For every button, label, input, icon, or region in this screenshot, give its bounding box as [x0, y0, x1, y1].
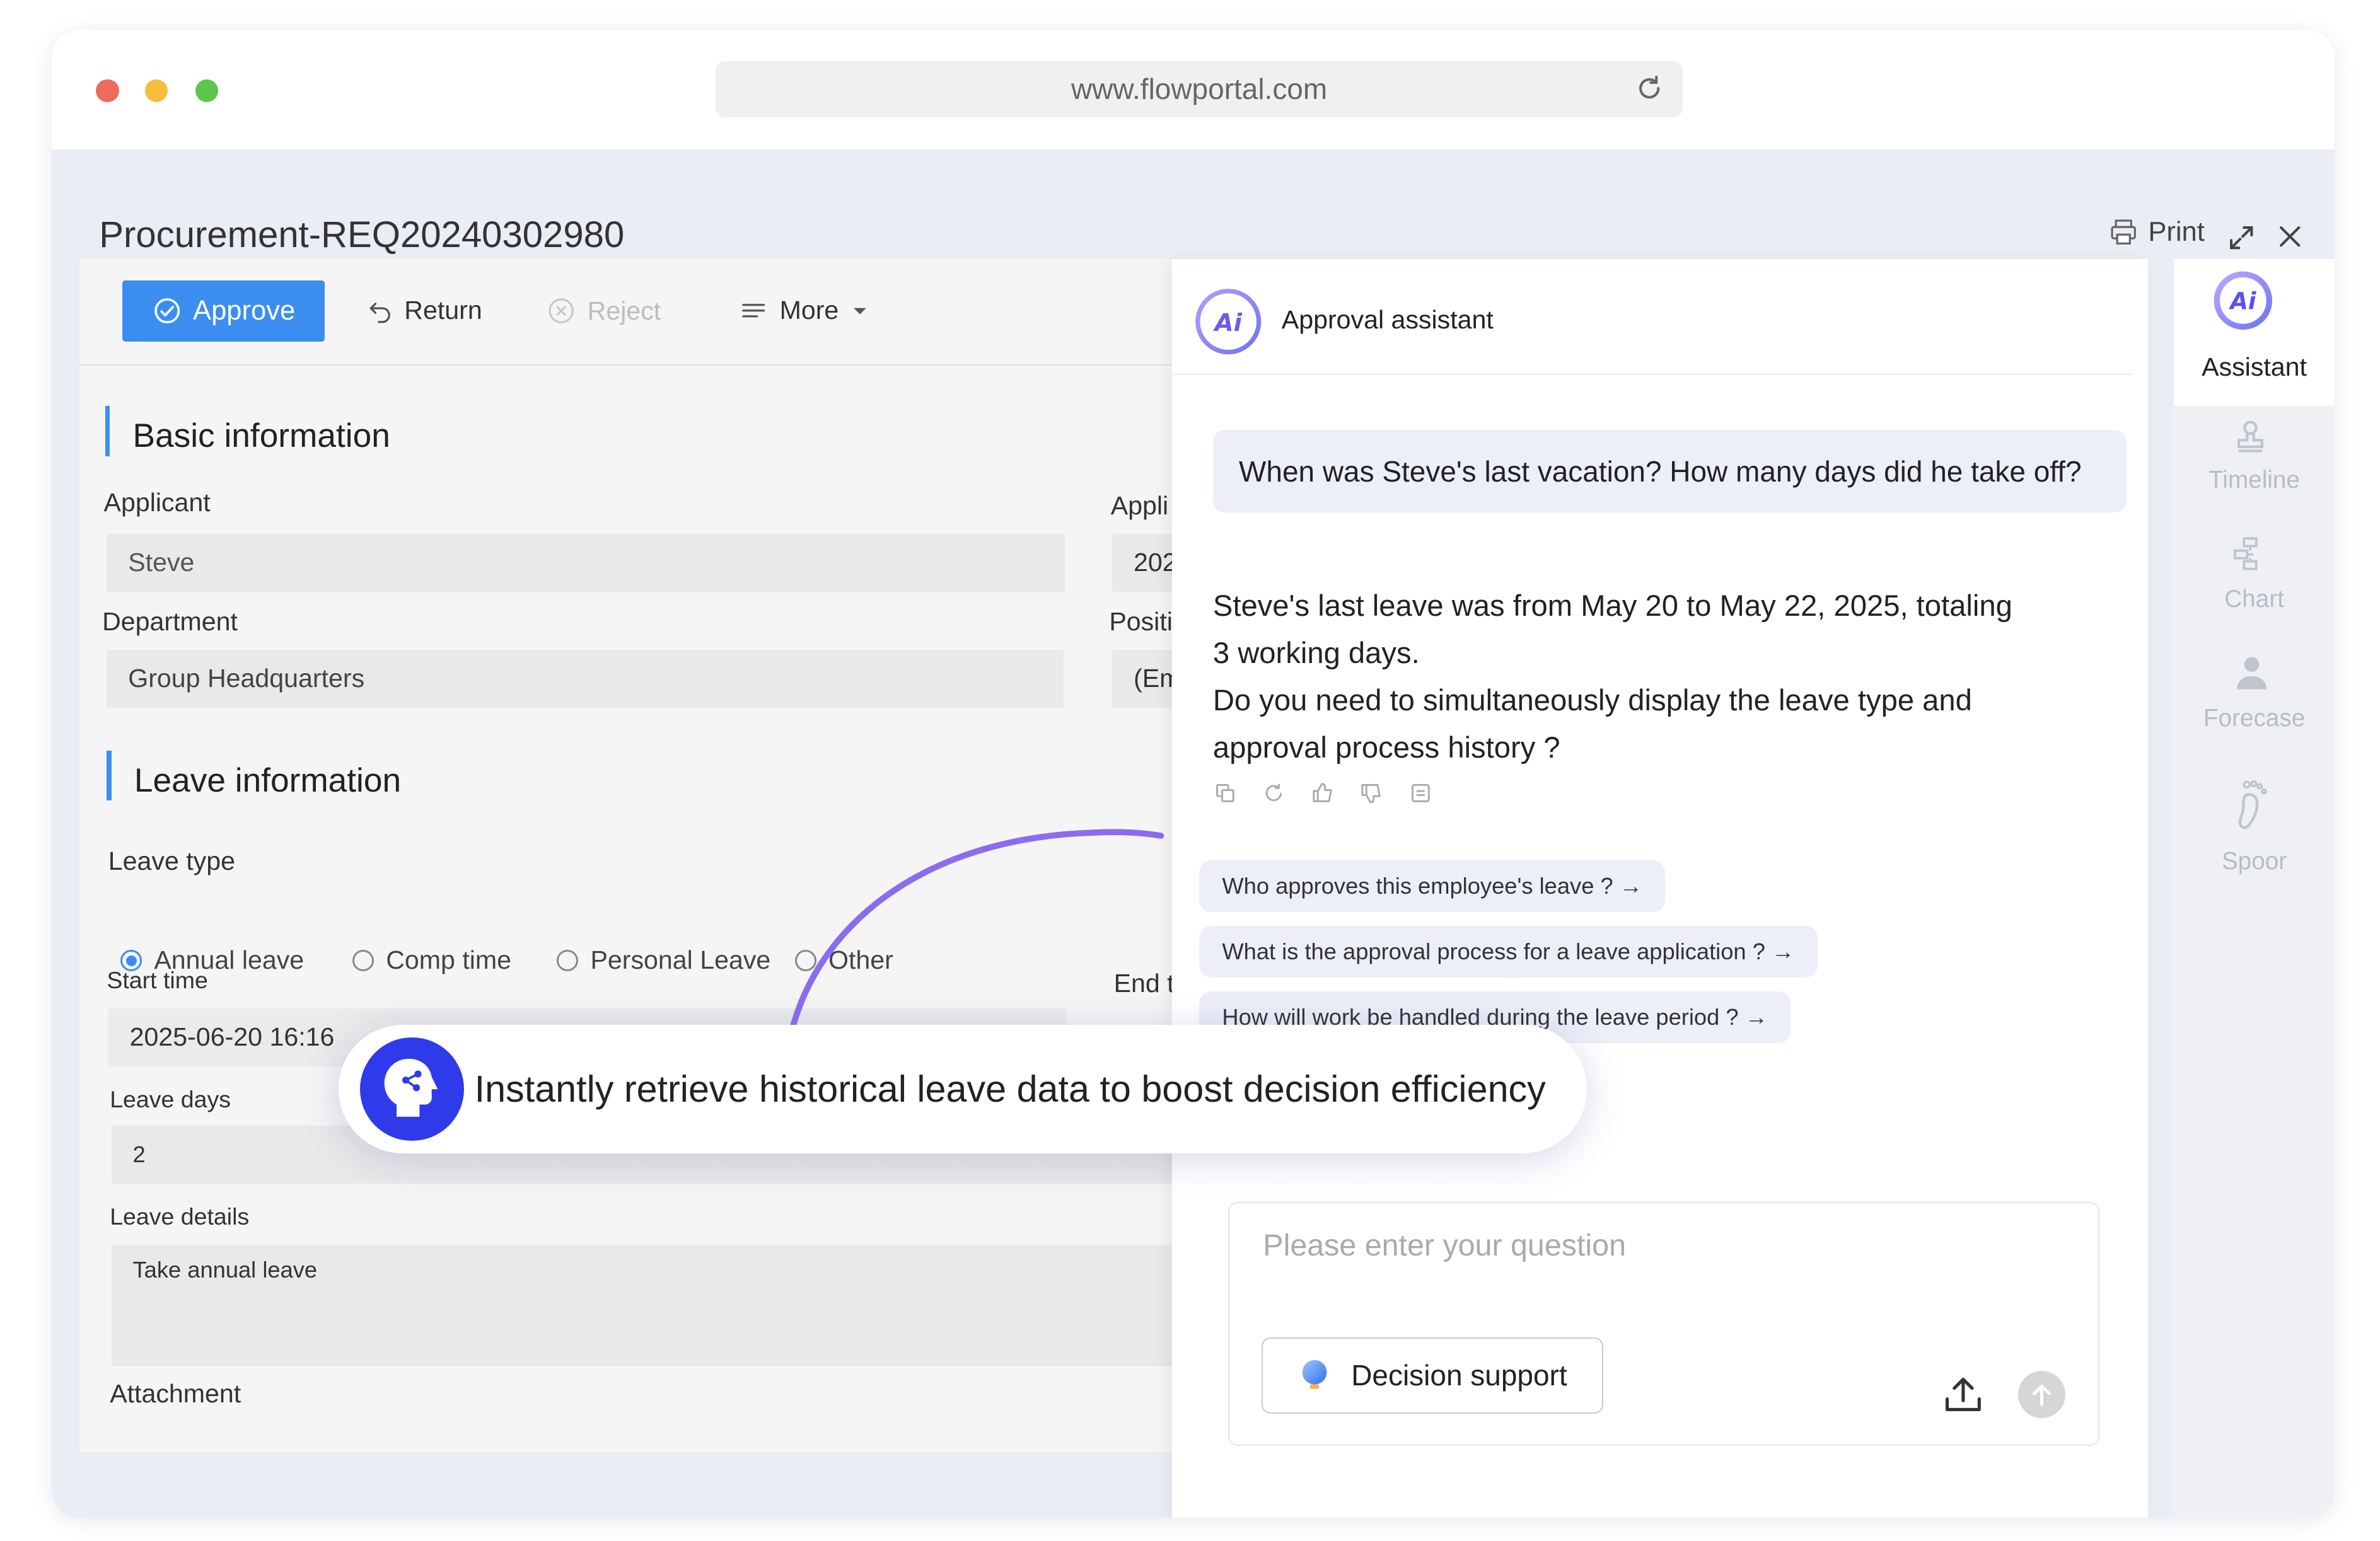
rail-item-chart[interactable]: Chart — [2174, 534, 2334, 625]
assistant-header: Ai Approval assistant — [1171, 259, 2133, 375]
copy-icon[interactable] — [1213, 781, 1238, 805]
assistant-title: Approval assistant — [1281, 304, 1494, 334]
upload-icon[interactable] — [1942, 1374, 1985, 1417]
ai-logo-icon: Ai — [2214, 271, 2272, 330]
question-input[interactable]: Please enter your question Decision supp… — [1228, 1201, 2099, 1446]
svg-text:Ai: Ai — [2228, 288, 2257, 315]
rail-item-assistant[interactable]: Ai Assistant — [2174, 259, 2335, 406]
user-icon — [2237, 657, 2267, 690]
reload-icon[interactable] — [1634, 73, 1664, 103]
thumbs-down-icon[interactable] — [1359, 781, 1384, 805]
answer-line: 3 working days. — [1212, 637, 1420, 671]
footprint-icon — [2238, 780, 2267, 829]
decision-support-button[interactable]: Decision support — [1261, 1337, 1603, 1414]
brain-head-glyph — [384, 1058, 438, 1117]
rail-item-spoor[interactable]: Spoor — [2174, 778, 2334, 884]
svg-text:Ai: Ai — [1212, 309, 1242, 337]
send-button[interactable] — [2018, 1371, 2066, 1419]
callout-text: Instantly retrieve historical leave data… — [474, 1068, 1546, 1111]
feature-callout: Instantly retrieve historical leave data… — [339, 1025, 1587, 1153]
lightbulb-icon — [1302, 1360, 1327, 1390]
answer-line: Steve's last leave was from May 20 to Ma… — [1212, 589, 2012, 623]
question-placeholder: Please enter your question — [1263, 1228, 1626, 1262]
address-bar[interactable]: www.flowportal.com — [715, 61, 1683, 118]
browser-chrome: www.flowportal.com — [52, 30, 2335, 150]
decision-support-label: Decision support — [1351, 1359, 1567, 1392]
suggested-question-text: What is the approval process for a leave… — [1222, 938, 1795, 965]
rail-item-forecase[interactable]: Forecase — [2174, 653, 2334, 744]
suggested-question[interactable]: Who approves this employee's leave ? → — [1199, 860, 1666, 913]
assistant-answer: Steve's last leave was from May 20 to Ma… — [1213, 582, 2067, 771]
browser-window: www.flowportal.com Procurement-REQ202403… — [52, 30, 2335, 1518]
stamp-icon — [2238, 420, 2263, 453]
assistant-panel: Ai Approval assistant When was Steve's l… — [1171, 259, 2149, 1518]
thumbs-up-icon[interactable] — [1311, 781, 1335, 805]
rail-item-label: Chart — [2224, 586, 2284, 613]
regenerate-icon[interactable] — [1262, 781, 1286, 805]
rail-item-label: Forecase — [2203, 705, 2306, 732]
answer-feedback-bar — [1213, 781, 1432, 805]
app-area: Procurement-REQ20240302980 Print Approve… — [52, 149, 2335, 1518]
answer-line: approval process history ? — [1212, 731, 1560, 765]
suggested-question[interactable]: What is the approval process for a leave… — [1199, 925, 1818, 978]
rail-item-label: Spoor — [2221, 848, 2287, 875]
brain-head-icon — [360, 1037, 464, 1141]
arrow-up-icon — [2033, 1384, 2052, 1406]
flowchart-icon — [2234, 537, 2258, 570]
rail-item-label: Assistant — [2202, 352, 2307, 381]
answer-line: Do you need to simultaneously display th… — [1212, 684, 1972, 718]
maximize-window-dot[interactable] — [195, 79, 219, 103]
ai-logo-icon: Ai — [1195, 289, 1262, 355]
url-text: www.flowportal.com — [1071, 72, 1328, 105]
close-window-dot[interactable] — [96, 79, 119, 103]
notes-icon[interactable] — [1408, 781, 1433, 805]
right-rail: Ai Assistant Timeline Chart Forecase Spo… — [2174, 259, 2335, 1518]
user-message-text: When was Steve's last vacation? How many… — [1238, 454, 2082, 488]
suggested-question-text: Who approves this employee's leave ? → — [1222, 872, 1643, 899]
user-message: When was Steve's last vacation? How many… — [1212, 430, 2127, 513]
rail-item-timeline[interactable]: Timeline — [2174, 418, 2334, 509]
minimize-window-dot[interactable] — [144, 79, 168, 103]
rail-item-label: Timeline — [2209, 466, 2300, 494]
page: www.flowportal.com Procurement-REQ202403… — [0, 0, 2380, 1540]
